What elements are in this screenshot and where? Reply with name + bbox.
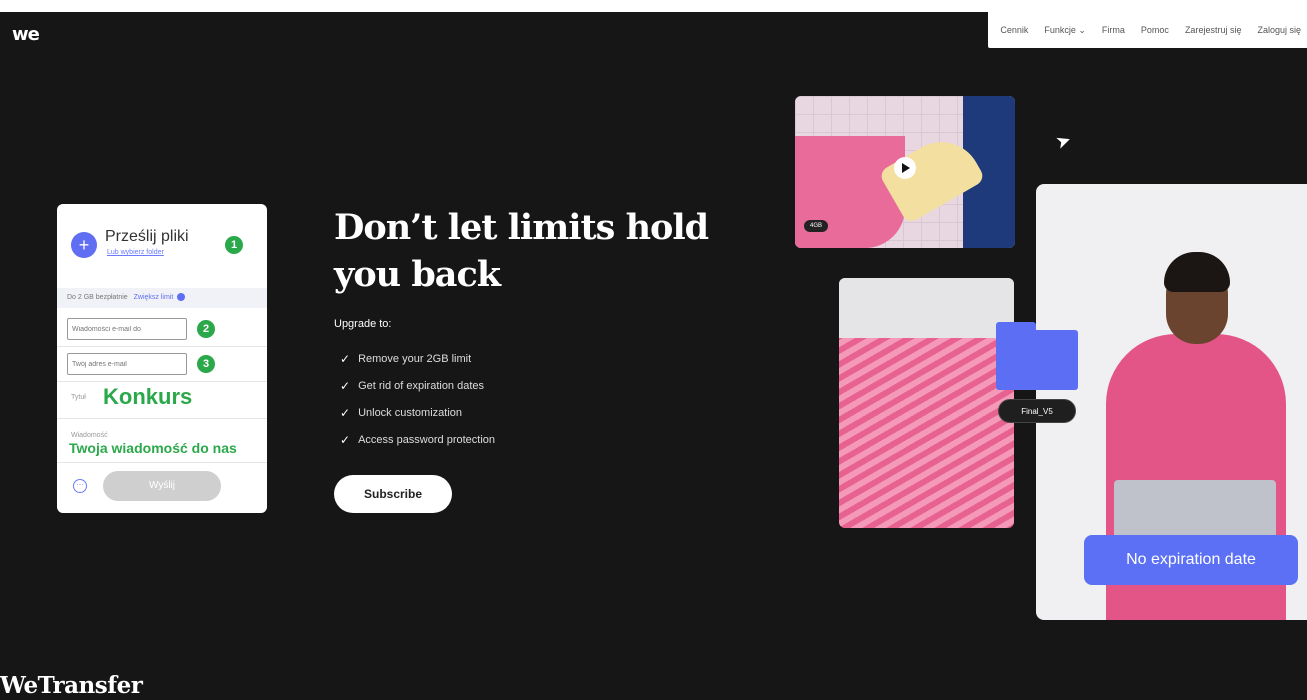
step-badge-1: 1 xyxy=(225,236,243,254)
nav-item-signup[interactable]: Zarejestruj się xyxy=(1185,25,1242,35)
upload-title[interactable]: Prześlij pliki xyxy=(105,228,189,246)
limit-text: Do 2 GB bezpłatnie xyxy=(67,294,128,301)
nav-item-login[interactable]: Zaloguj się xyxy=(1257,25,1301,35)
divider xyxy=(57,346,267,347)
folder-name-pill: Final_V5 xyxy=(998,399,1076,423)
check-icon: ✓ xyxy=(340,433,351,447)
nav-item-features[interactable]: Funkcje ⌄ xyxy=(1044,25,1086,36)
add-files-icon[interactable]: + xyxy=(71,232,97,258)
video-tile[interactable]: 4GB xyxy=(795,96,1015,248)
cursor-icon: ➤ xyxy=(1052,129,1074,154)
divider xyxy=(57,462,267,463)
expiration-badge: No expiration date xyxy=(1084,535,1298,585)
person-hair xyxy=(1164,252,1230,292)
feature-text: Get rid of expiration dates xyxy=(358,380,485,392)
info-icon[interactable] xyxy=(177,293,186,302)
feature-text: Remove your 2GB limit xyxy=(358,353,472,365)
step-badge-2: 2 xyxy=(197,320,215,338)
divider xyxy=(57,418,267,419)
subscribe-button[interactable]: Subscribe xyxy=(334,475,452,513)
email-to-field[interactable] xyxy=(67,318,187,340)
wetransfer-logo[interactable]: WeTransfer xyxy=(0,672,143,699)
select-folder-link[interactable]: Lub wybierz folder xyxy=(107,249,164,256)
folder-icon xyxy=(996,322,1078,390)
message-field[interactable]: Twoja wiadomość do nas xyxy=(69,440,237,456)
main-nav: Cennik Funkcje ⌄ Firma Pomoc Zarejestruj… xyxy=(988,12,1307,48)
play-icon[interactable] xyxy=(894,157,916,179)
your-email-field[interactable] xyxy=(67,353,187,375)
feature-list: ✓ Remove your 2GB limit ✓ Get rid of expir… xyxy=(340,352,495,460)
nav-item-help[interactable]: Pomoc xyxy=(1141,25,1169,35)
top-bar xyxy=(0,0,1307,12)
limit-band: Do 2 GB bezpłatnie Zwiększ limit xyxy=(57,288,267,308)
send-button[interactable]: Wyślij xyxy=(103,471,221,501)
upload-card: + Prześlij pliki Lub wybierz folder 1 Do… xyxy=(57,204,267,513)
size-badge: 4GB xyxy=(804,220,829,232)
message-label: Wiadomość xyxy=(71,432,108,439)
feature-item: ✓ Unlock customization xyxy=(340,406,495,433)
check-icon: ✓ xyxy=(340,379,351,393)
increase-limit-link[interactable]: Zwiększ limit xyxy=(134,294,174,301)
feature-item: ✓ Access password protection xyxy=(340,433,495,460)
more-options-icon[interactable]: ··· xyxy=(73,479,87,493)
feature-item: ✓ Get rid of expiration dates xyxy=(340,379,495,406)
title-label: Tytuł xyxy=(71,394,86,401)
title-field[interactable]: Konkurs xyxy=(103,384,192,410)
feature-text: Unlock customization xyxy=(358,407,462,419)
nav-item-company[interactable]: Firma xyxy=(1102,25,1125,35)
feature-item: ✓ Remove your 2GB limit xyxy=(340,352,495,379)
feature-text: Access password protection xyxy=(358,434,496,446)
check-icon: ✓ xyxy=(340,406,351,420)
divider xyxy=(57,381,267,382)
upgrade-label: Upgrade to: xyxy=(334,318,392,330)
we-logo[interactable]: we xyxy=(12,24,40,45)
nav-item-pricing[interactable]: Cennik xyxy=(1000,25,1028,35)
step-badge-3: 3 xyxy=(197,355,215,373)
promo-headline: Don’t let limits hold you back xyxy=(334,207,709,295)
check-icon: ✓ xyxy=(340,352,351,366)
knit-texture-image xyxy=(839,278,1014,528)
